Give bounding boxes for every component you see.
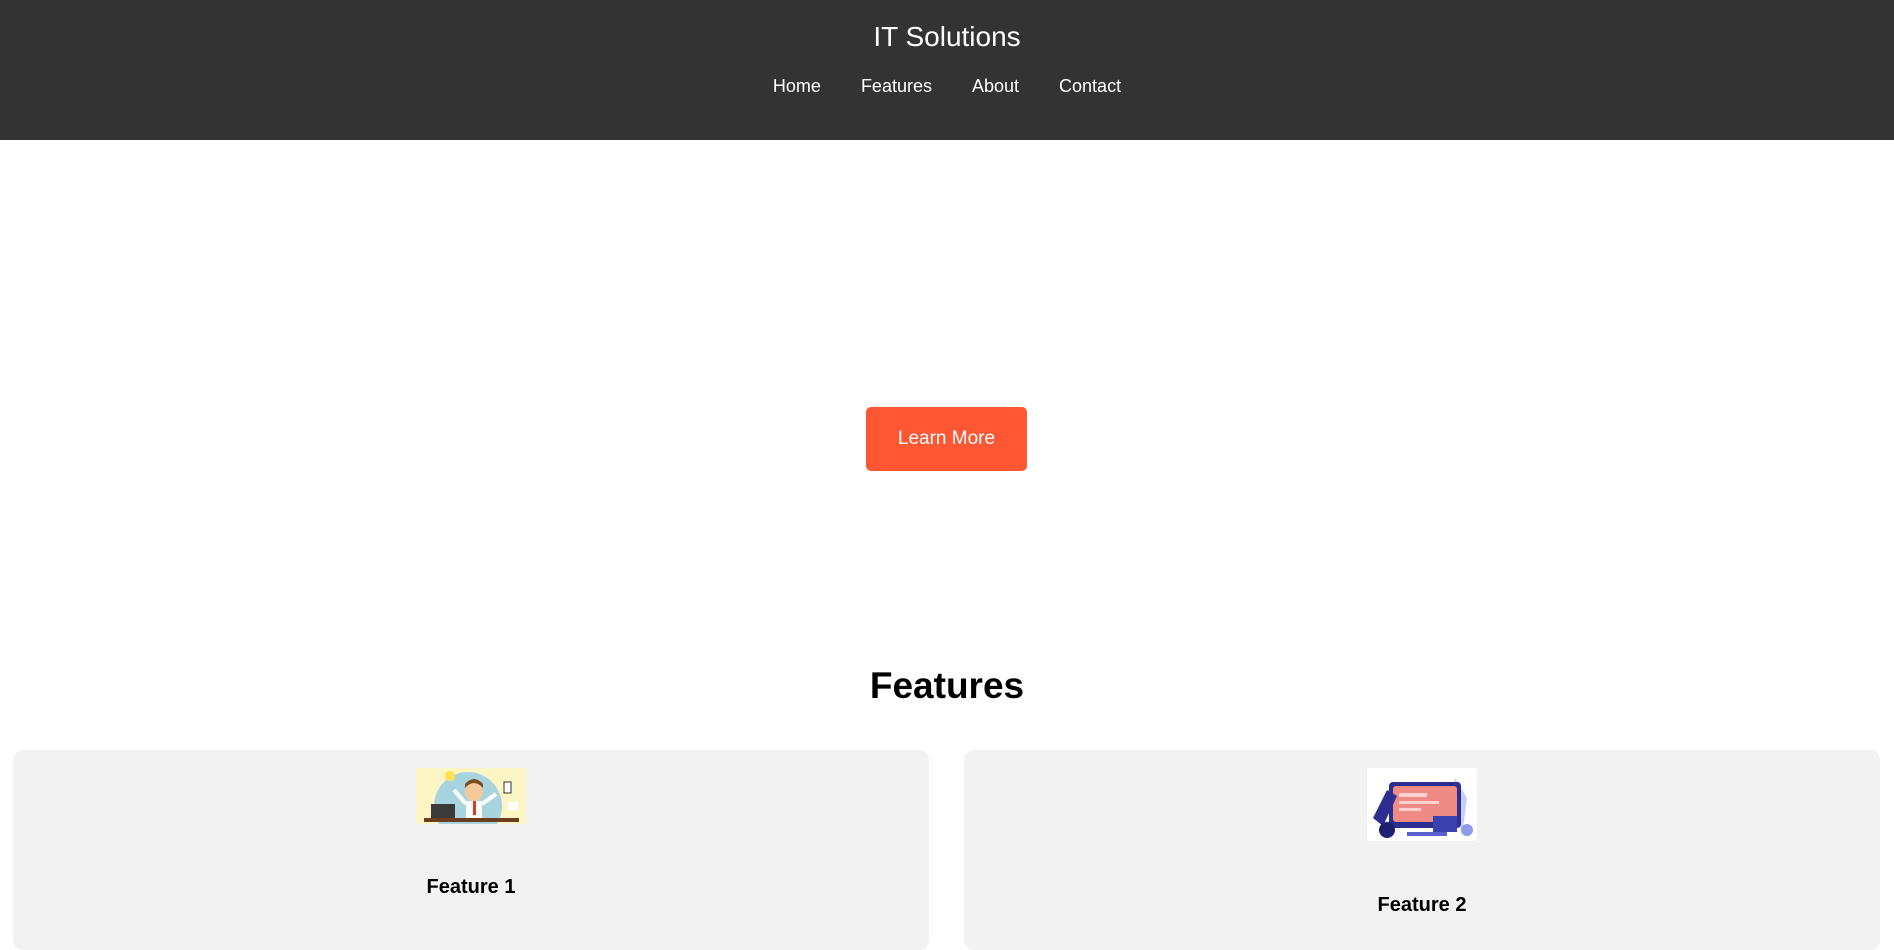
feature-card-2: Feature 2 — [964, 750, 1880, 950]
hero-section: Learn More — [0, 140, 1894, 660]
main-nav: Home Features About Contact — [773, 75, 1121, 97]
nav-link-home[interactable]: Home — [773, 75, 821, 97]
office-worker-illustration — [416, 768, 526, 824]
computer-robot-arm-illustration — [1367, 768, 1477, 841]
nav-link-about[interactable]: About — [972, 75, 1019, 97]
site-title: IT Solutions — [873, 21, 1021, 52]
feature-card-2-title: Feature 2 — [1377, 894, 1467, 916]
site-header: IT Solutions Home Features About Contact — [0, 0, 1894, 140]
nav-link-contact[interactable]: Contact — [1059, 75, 1121, 97]
learn-more-button[interactable]: Learn More — [866, 407, 1027, 471]
feature-card-1-title: Feature 1 — [426, 876, 516, 898]
feature-card-1: Feature 1 — [13, 750, 929, 950]
nav-link-features[interactable]: Features — [861, 75, 932, 97]
features-heading: Features — [869, 665, 1025, 706]
